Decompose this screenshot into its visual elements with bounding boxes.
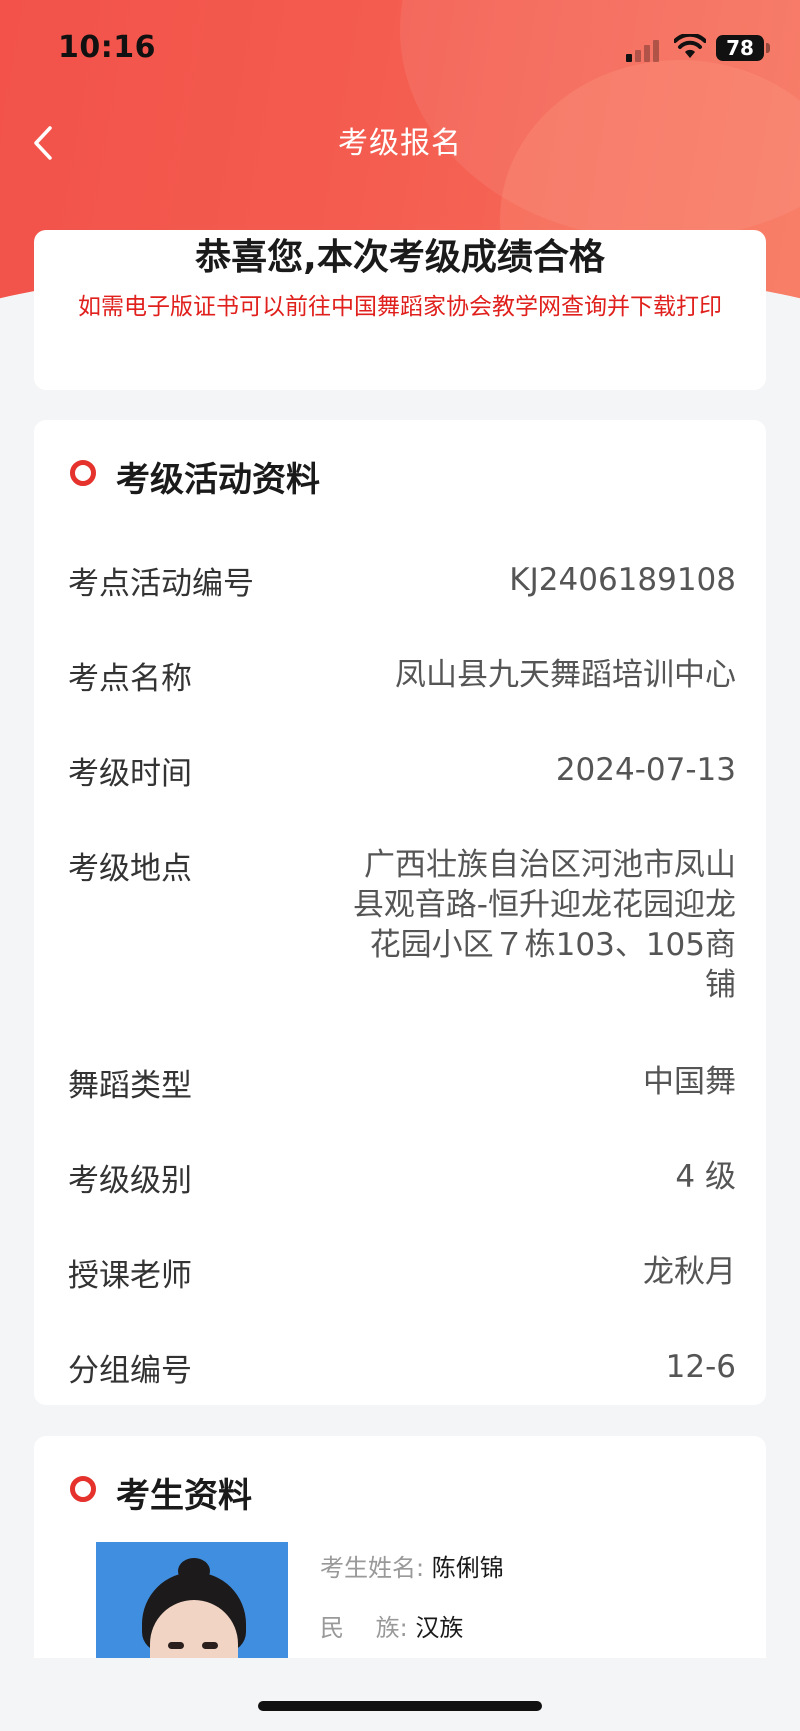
row-value: 广西壮族自治区河池市凤山县观音路-恒升迎龙花园迎龙花园小区７栋103、105商铺 bbox=[352, 847, 736, 1003]
student-name-value: 陈俐锦 bbox=[431, 1554, 504, 1582]
row-value: 中国舞 bbox=[643, 1064, 736, 1100]
certificate-note: 如需电子版证书可以前往中国舞蹈家协会教学网查询并下载打印 bbox=[78, 294, 722, 320]
row-label: 分组编号 bbox=[68, 1353, 192, 1389]
student-name-line: 考生姓名: 陈俐锦 bbox=[320, 1548, 504, 1583]
row-label: 舞蹈类型 bbox=[68, 1068, 192, 1104]
battery-icon: 78 bbox=[716, 35, 764, 61]
row-value: 龙秋月 bbox=[643, 1254, 736, 1290]
row-value: 4 级 bbox=[675, 1159, 736, 1195]
row-value: 2024-07-13 bbox=[555, 752, 736, 788]
ring-icon bbox=[70, 1476, 96, 1502]
student-ethnicity-line: 民 族: 汉族 bbox=[320, 1608, 463, 1643]
ring-icon bbox=[70, 460, 96, 486]
row-label: 考点活动编号 bbox=[68, 566, 254, 602]
row-label: 考点名称 bbox=[68, 661, 192, 697]
row-label: 考级级别 bbox=[68, 1163, 192, 1199]
student-info-card: 考生资料 考生姓名: 陈俐锦 民 族: 汉族 bbox=[34, 1436, 766, 1696]
student-ethnicity-label: 民 族: bbox=[320, 1614, 408, 1642]
exam-info-card: 考级活动资料 考点活动编号 KJ2406189108 考点名称 凤山县九天舞蹈培… bbox=[34, 420, 766, 1405]
page-title: 考级报名 bbox=[338, 126, 462, 161]
row-value: 12-6 bbox=[665, 1349, 736, 1385]
student-name-label: 考生姓名: bbox=[320, 1554, 425, 1582]
bottom-safe-area bbox=[0, 1658, 800, 1731]
row-value: KJ2406189108 bbox=[509, 562, 736, 598]
row-label: 考级地点 bbox=[68, 851, 192, 887]
result-card: 恭喜您,本次考级成绩合格 如需电子版证书可以前往中国舞蹈家协会教学网查询并下载打… bbox=[34, 230, 766, 390]
home-indicator[interactable] bbox=[258, 1701, 542, 1711]
status-bar: 10:16 78 bbox=[0, 0, 800, 100]
battery-tip bbox=[766, 43, 770, 53]
cellular-signal-icon bbox=[626, 38, 666, 62]
result-title: 恭喜您,本次考级成绩合格 bbox=[195, 237, 605, 278]
section-title: 考级活动资料 bbox=[116, 460, 320, 500]
section-title: 考生资料 bbox=[116, 1476, 252, 1516]
row-label: 考级时间 bbox=[68, 756, 192, 792]
wifi-icon bbox=[674, 34, 706, 58]
status-time: 10:16 bbox=[58, 30, 156, 65]
student-ethnicity-value: 汉族 bbox=[415, 1614, 464, 1642]
row-value: 凤山县九天舞蹈培训中心 bbox=[395, 657, 736, 693]
row-label: 授课老师 bbox=[68, 1258, 192, 1294]
